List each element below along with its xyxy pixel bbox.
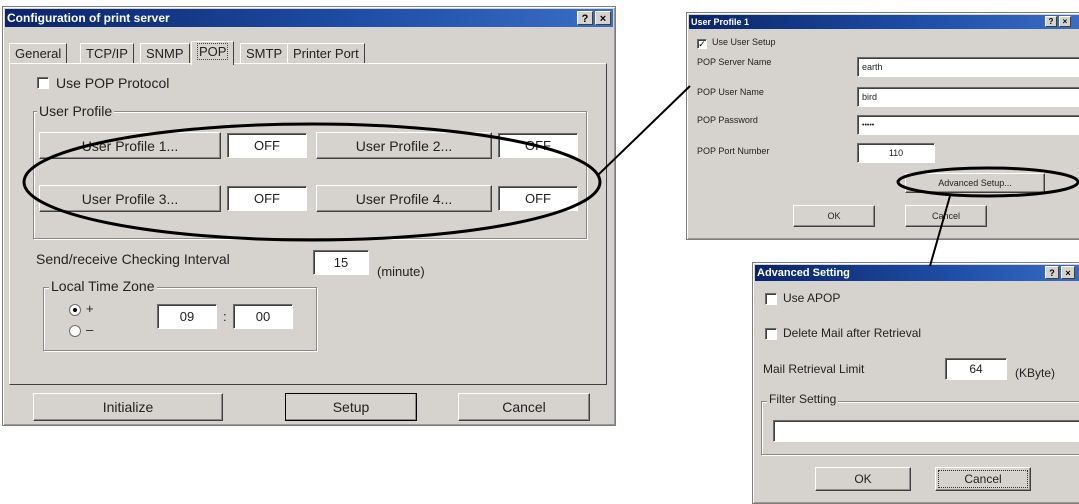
tab-snmp[interactable]: SNMP	[140, 43, 190, 64]
pop-server-name-label: POP Server Name	[697, 57, 772, 67]
setup-button[interactable]: Setup	[285, 393, 417, 421]
user-profile-4-button[interactable]: User Profile 4...	[316, 185, 492, 212]
tz-minus-radio[interactable]	[69, 325, 81, 337]
user-profile-group-title: User Profile	[37, 103, 115, 119]
tab-smtp[interactable]: SMTP	[240, 43, 289, 64]
advanced-ok-button[interactable]: OK	[815, 467, 911, 491]
delete-mail-checkbox[interactable]	[765, 328, 777, 340]
profile-ok-button[interactable]: OK	[793, 205, 875, 227]
mail-limit-input[interactable]: 64	[945, 358, 1007, 380]
pop-server-name-input[interactable]: earth	[857, 57, 1079, 77]
interval-input[interactable]: 15	[313, 250, 369, 275]
mail-limit-unit: (KByte)	[1015, 366, 1056, 380]
advanced-title-bar: Advanced Setting ? ×	[755, 265, 1079, 281]
interval-unit: (minute)	[377, 264, 425, 279]
tz-hours-input[interactable]: 09	[157, 304, 217, 329]
profile-help-button[interactable]: ?	[1045, 16, 1057, 27]
interval-label: Send/receive Checking Interval	[36, 251, 230, 267]
window-title: Configuration of print server	[7, 11, 170, 25]
tab-pop-label: POP	[197, 43, 229, 60]
user-profile-group	[33, 111, 587, 239]
filter-setting-group-title: Filter Setting	[767, 392, 839, 406]
tz-separator: :	[223, 309, 227, 324]
tab-printer-port[interactable]: Printer Port	[287, 43, 365, 64]
advanced-setting-dialog: Advanced Setting ? × Use APOP Delete Mai…	[752, 262, 1079, 504]
user-profile-2-button[interactable]: User Profile 2...	[316, 132, 492, 159]
tz-plus-label: +	[86, 301, 94, 316]
tab-tcpip[interactable]: TCP/IP	[80, 43, 134, 64]
title-bar: Configuration of print server ? ×	[5, 9, 613, 27]
user-profile-4-status: OFF	[498, 186, 578, 211]
cancel-button[interactable]: Cancel	[458, 393, 590, 421]
tz-plus-radio[interactable]	[69, 304, 81, 316]
tz-minus-label: –	[86, 322, 94, 337]
use-user-setup-checkbox[interactable]: ✓	[697, 39, 707, 49]
pop-password-label: POP Password	[697, 115, 758, 125]
mail-limit-label: Mail Retrieval Limit	[763, 362, 865, 376]
use-apop-label: Use APOP	[783, 291, 841, 305]
profile-cancel-button[interactable]: Cancel	[905, 205, 987, 227]
user-profile-dialog: User Profile 1 ? × ✓ Use User Setup POP …	[686, 12, 1079, 240]
advanced-cancel-button[interactable]: Cancel	[935, 467, 1031, 491]
pop-port-number-input[interactable]: 110	[857, 143, 935, 163]
advanced-dialog-title: Advanced Setting	[757, 267, 850, 279]
user-profile-1-button[interactable]: User Profile 1...	[39, 132, 221, 159]
advanced-setup-button[interactable]: Advanced Setup...	[905, 173, 1045, 193]
pop-user-name-input[interactable]: bird	[857, 87, 1079, 107]
tab-general[interactable]: General	[9, 43, 68, 64]
profile-dialog-title: User Profile 1	[691, 17, 750, 27]
user-profile-3-button[interactable]: User Profile 3...	[39, 185, 221, 212]
initialize-button[interactable]: Initialize	[33, 393, 223, 421]
time-zone-group-title: Local Time Zone	[49, 278, 157, 294]
tab-pop[interactable]: POP	[191, 41, 235, 65]
pop-password-input[interactable]: •••••	[857, 115, 1079, 135]
config-print-server-window: Configuration of print server ? × Genera…	[2, 6, 616, 426]
user-profile-2-status: OFF	[498, 133, 578, 158]
profile-title-bar: User Profile 1 ? ×	[689, 15, 1079, 29]
use-apop-checkbox[interactable]	[765, 293, 777, 305]
user-profile-1-status: OFF	[227, 133, 307, 158]
profile-close-button[interactable]: ×	[1059, 16, 1071, 27]
close-button[interactable]: ×	[595, 11, 611, 25]
help-button[interactable]: ?	[577, 11, 593, 25]
use-pop-label: Use POP Protocol	[56, 75, 170, 91]
use-user-setup-label: Use User Setup	[712, 37, 776, 47]
pop-user-name-label: POP User Name	[697, 87, 764, 97]
tz-minutes-input[interactable]: 00	[233, 304, 293, 329]
advanced-close-button[interactable]: ×	[1061, 266, 1075, 279]
delete-mail-label: Delete Mail after Retrieval	[783, 326, 922, 340]
use-pop-checkbox[interactable]	[37, 77, 49, 89]
advanced-help-button[interactable]: ?	[1045, 266, 1059, 279]
filter-setting-input[interactable]	[773, 420, 1079, 442]
user-profile-3-status: OFF	[227, 186, 307, 211]
pop-port-number-label: POP Port Number	[697, 146, 770, 156]
